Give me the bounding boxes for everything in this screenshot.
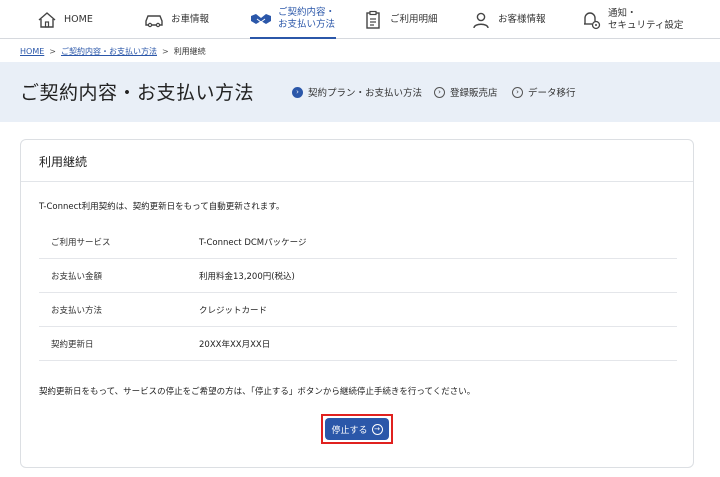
subnav-data-migration-label: データ移行	[528, 88, 576, 99]
info-label: ご利用サービス	[51, 238, 111, 248]
breadcrumb-separator: >	[49, 46, 56, 56]
nav-contract-label-line1: ご契約内容・	[278, 6, 336, 18]
nav-statement[interactable]: ご利用明細	[362, 0, 438, 39]
info-label: お支払い方法	[51, 306, 103, 316]
nav-notify[interactable]: 通知・ セキュリティ設定	[580, 0, 683, 39]
breadcrumb-contract-link[interactable]: ご契約内容・お支払い方法	[61, 46, 157, 57]
person-icon	[470, 9, 492, 31]
nav-notify-label-line1: 通知・	[608, 7, 637, 19]
nav-contract[interactable]: ご契約内容・ お支払い方法	[250, 0, 336, 39]
arrow-right-icon: →	[371, 423, 383, 435]
nav-home[interactable]: HOME	[36, 0, 93, 39]
car-icon	[143, 9, 165, 31]
nav-car[interactable]: お車情報	[143, 0, 209, 39]
subnav-plan-payment[interactable]: › 契約プラン・お支払い方法	[292, 84, 422, 100]
page-header: ご契約内容・お支払い方法 › 契約プラン・お支払い方法 › 登録販売店 › デー…	[0, 62, 720, 122]
chevron-right-icon: ›	[292, 86, 303, 98]
page-title: ご契約内容・お支払い方法	[20, 82, 255, 104]
stop-instruction-text: 契約更新日をもって、サービスの停止をご希望の方は、「停止する」ボタンから継続停止…	[39, 387, 476, 397]
chevron-right-icon: ›	[512, 86, 523, 98]
info-value: T-Connect DCMパッケージ	[199, 238, 307, 248]
breadcrumb-home-link[interactable]: HOME	[20, 47, 44, 56]
stop-button-label: 停止する	[331, 425, 368, 436]
subnav-data-migration[interactable]: › データ移行	[512, 84, 576, 100]
subnav-dealer-label: 登録販売店	[450, 88, 498, 99]
card-header: 利用継続	[21, 140, 693, 182]
nav-notify-label: 通知・ セキュリティ設定	[608, 8, 683, 32]
nav-home-label: HOME	[64, 13, 93, 25]
clipboard-icon	[362, 9, 384, 31]
nav-customer[interactable]: お客様情報	[470, 0, 546, 39]
highlight-frame: 停止する →	[321, 414, 393, 444]
info-label: 契約更新日	[51, 340, 94, 350]
handshake-icon	[250, 8, 272, 30]
continuation-card: 利用継続 T-Connect利用契約は、契約更新日をもって自動更新されます。 ご…	[20, 139, 694, 468]
stop-button[interactable]: 停止する →	[325, 418, 389, 440]
card-title: 利用継続	[39, 155, 88, 169]
breadcrumb-separator: >	[161, 46, 169, 56]
nav-car-label: お車情報	[171, 13, 210, 25]
info-value: クレジットカード	[199, 306, 268, 316]
top-nav: HOME お車情報 ご契約内容・ お支払い方法 ご利用明細 お客様情報 通知・ …	[0, 0, 720, 39]
breadcrumb-current: 利用継続	[173, 46, 206, 56]
intro-text: T-Connect利用契約は、契約更新日をもって自動更新されます。	[39, 202, 285, 212]
info-row-payment-method: お支払い方法 クレジットカード	[39, 293, 677, 327]
info-row-service: ご利用サービス T-Connect DCMパッケージ	[39, 225, 677, 259]
info-row-renewal-date: 契約更新日 20XX年XX月XX日	[39, 327, 677, 361]
subnav-dealer[interactable]: › 登録販売店	[434, 84, 498, 100]
nav-contract-label: ご契約内容・ お支払い方法	[278, 7, 335, 31]
info-row-amount: お支払い金額 利用料金13,200円(税込)	[39, 259, 677, 293]
bell-settings-icon	[580, 9, 602, 31]
nav-statement-label: ご利用明細	[390, 13, 438, 25]
info-value: 利用料金13,200円(税込)	[199, 272, 295, 282]
nav-notify-label-line2: セキュリティ設定	[608, 19, 684, 31]
subnav-plan-payment-label: 契約プラン・お支払い方法	[308, 88, 423, 99]
home-icon	[36, 9, 58, 31]
chevron-right-icon: ›	[434, 86, 445, 98]
info-value: 20XX年XX月XX日	[199, 340, 271, 350]
nav-customer-label: お客様情報	[498, 13, 546, 25]
info-label: お支払い金額	[51, 272, 103, 282]
nav-contract-label-line2: お支払い方法	[278, 18, 336, 30]
breadcrumb: HOME > ご契約内容・お支払い方法 > 利用継続	[20, 44, 206, 58]
